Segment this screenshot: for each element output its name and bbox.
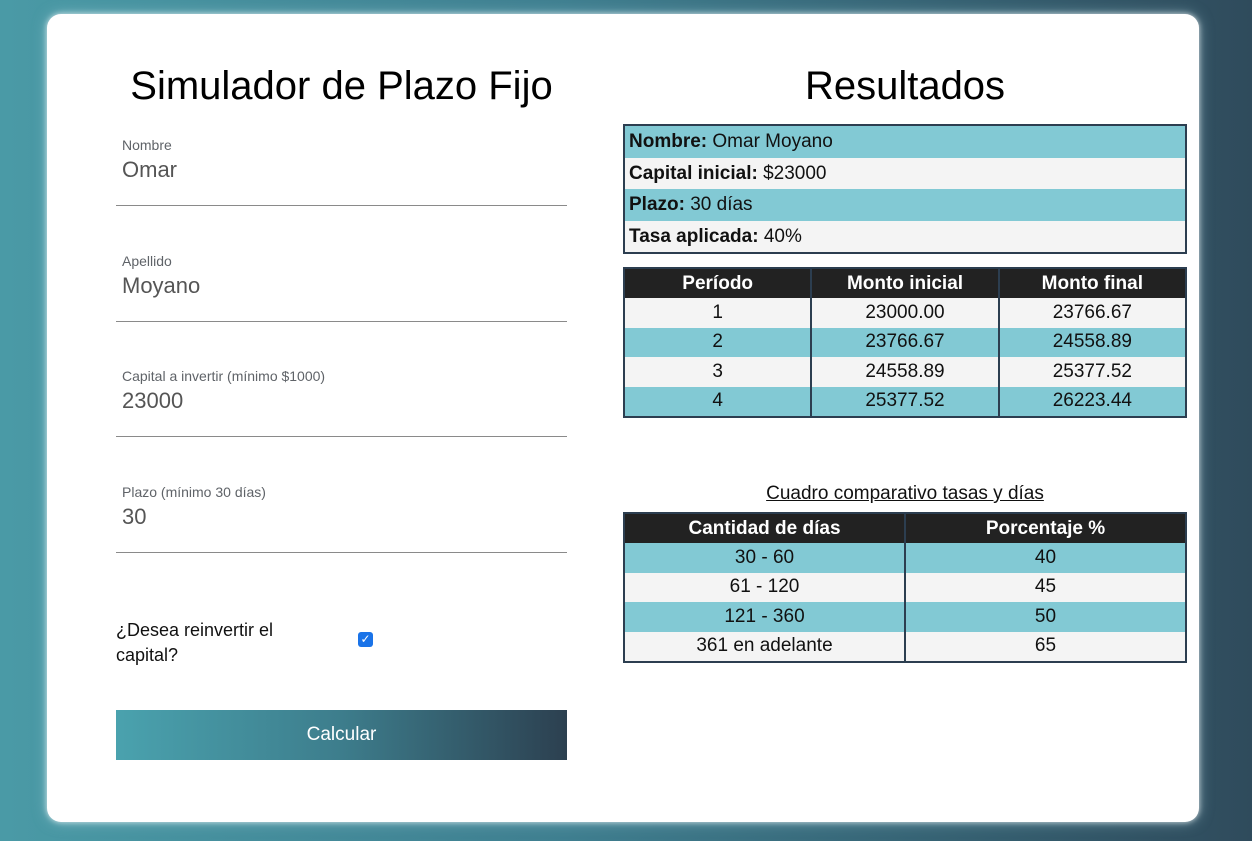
- summary-label: Tasa aplicada:: [629, 225, 759, 247]
- table-row: 121 - 360 50: [624, 602, 1186, 632]
- surname-field: Apellido: [116, 243, 567, 322]
- table-cell: 26223.44: [998, 386, 1186, 417]
- term-input[interactable]: [122, 504, 552, 530]
- column-header: Porcentaje %: [905, 513, 1186, 543]
- summary-label: Plazo:: [629, 194, 685, 215]
- reinvest-group: ¿Desea reinvertir el capital? ✓: [116, 618, 567, 668]
- table-row: 61 - 120 45: [624, 572, 1186, 602]
- table-cell: 50: [905, 602, 1186, 632]
- table-cell: 25377.52: [998, 357, 1186, 387]
- reinvest-label: ¿Desea reinvertir el capital?: [116, 620, 274, 665]
- results-title: Resultados: [804, 64, 1006, 108]
- table-row: 1 23000.00 23766.67: [624, 298, 1186, 328]
- column-header: Período: [624, 268, 813, 298]
- term-field: Plazo (mínimo 30 días): [116, 474, 567, 553]
- form-title: Simulador de Plazo Fijo: [130, 64, 553, 108]
- capital-label: Capital a invertir (mínimo $1000): [122, 368, 326, 384]
- simulator-card: Simulador de Plazo Fijo Nombre Apellido …: [47, 14, 1199, 822]
- periods-table: Período Monto inicial Monto final 1 2300…: [623, 267, 1187, 418]
- name-field: Nombre: [116, 127, 567, 206]
- summary-label: Capital inicial:: [629, 162, 758, 184]
- summary-panel: Nombre: Omar Moyano Capital inicial: $23…: [623, 124, 1187, 254]
- summary-row-name: Nombre: Omar Moyano: [625, 126, 1185, 158]
- summary-row-rate: Tasa aplicada: 40%: [625, 220, 1185, 252]
- table-cell: 1: [624, 298, 813, 328]
- table-cell: 25377.52: [811, 386, 1000, 417]
- table-cell: 24558.89: [811, 357, 1000, 387]
- rates-caption: Cuadro comparativo tasas y días: [766, 483, 1044, 504]
- term-label: Plazo (mínimo 30 días): [122, 484, 266, 500]
- column-header: Monto inicial: [811, 268, 1000, 298]
- table-cell: 45: [905, 572, 1186, 602]
- table-cell: 4: [624, 386, 813, 417]
- summary-row-capital: Capital inicial: $23000: [625, 157, 1185, 189]
- table-cell: 65: [905, 631, 1186, 662]
- table-row: 30 - 60 40: [624, 543, 1186, 573]
- table-cell: 121 - 360: [624, 602, 906, 632]
- calculate-button[interactable]: Calcular: [116, 710, 567, 760]
- table-row: 3 24558.89 25377.52: [624, 357, 1186, 387]
- summary-value: 30 días: [690, 194, 753, 215]
- column-header: Cantidad de días: [624, 513, 906, 543]
- table-row: 361 en adelante 65: [624, 631, 1186, 662]
- table-cell: 3: [624, 357, 813, 387]
- table-cell: 61 - 120: [624, 572, 906, 602]
- summary-row-term: Plazo: 30 días: [625, 189, 1185, 221]
- summary-value: $23000: [763, 162, 827, 184]
- capital-input[interactable]: [122, 388, 552, 414]
- table-cell: 23766.67: [811, 327, 1000, 357]
- surname-label: Apellido: [122, 253, 172, 269]
- capital-field: Capital a invertir (mínimo $1000): [116, 358, 567, 437]
- table-cell: 23766.67: [998, 298, 1186, 328]
- table-cell: 23000.00: [811, 298, 1000, 328]
- table-cell: 30 - 60: [624, 543, 906, 573]
- reinvest-checkbox[interactable]: ✓: [358, 632, 373, 647]
- summary-value: Omar Moyano: [712, 131, 833, 152]
- rates-table: Cantidad de días Porcentaje % 30 - 60 40…: [623, 512, 1187, 663]
- table-cell: 361 en adelante: [624, 631, 906, 662]
- summary-value: 40%: [763, 225, 802, 247]
- column-header: Monto final: [998, 268, 1186, 298]
- table-row: 2 23766.67 24558.89: [624, 327, 1186, 357]
- summary-label: Nombre:: [629, 131, 708, 152]
- table-row: 4 25377.52 26223.44: [624, 386, 1186, 417]
- table-cell: 24558.89: [998, 327, 1186, 357]
- surname-input[interactable]: [122, 273, 552, 299]
- checkmark-icon: ✓: [360, 632, 371, 646]
- name-label: Nombre: [122, 137, 172, 153]
- table-cell: 40: [905, 543, 1186, 573]
- name-input[interactable]: [122, 157, 552, 183]
- table-cell: 2: [624, 327, 813, 357]
